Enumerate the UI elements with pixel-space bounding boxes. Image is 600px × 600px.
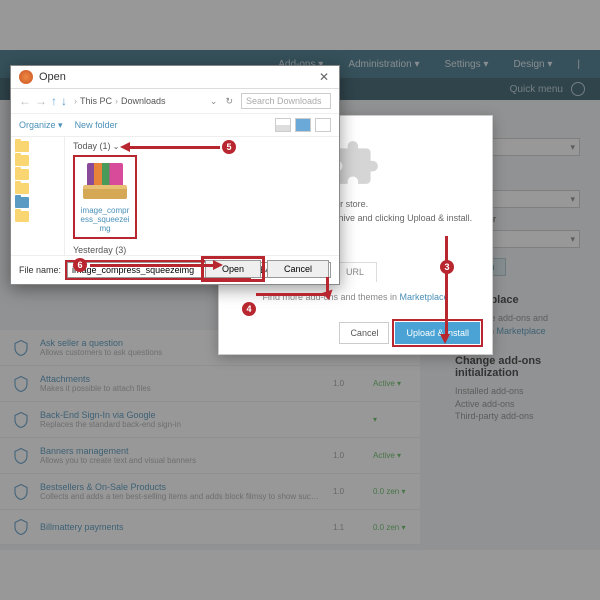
dialog-title: Open <box>39 71 317 83</box>
search-input[interactable]: Search Downloads <box>241 93 331 109</box>
annotation-badge-3: 3 <box>440 260 454 274</box>
file-open-dialog: Open ✕ ← → ↑ ↓ ›This PC›Downloads ⌄ ↻ Se… <box>10 65 340 285</box>
group-yesterday[interactable]: Yesterday (3) <box>73 245 331 255</box>
organize-menu[interactable]: Organize ▾ <box>19 120 63 131</box>
folder-icon[interactable] <box>15 155 29 166</box>
folder-icon[interactable] <box>15 183 29 194</box>
folder-icon[interactable] <box>15 169 29 180</box>
winrar-icon <box>84 163 126 205</box>
filename-label: File name: <box>19 265 61 275</box>
close-icon[interactable]: ✕ <box>317 70 331 84</box>
up-icon[interactable]: ↑ <box>51 94 57 108</box>
folder-icon[interactable] <box>15 197 29 208</box>
folder-icon[interactable] <box>15 211 29 222</box>
fwd-icon[interactable]: → <box>35 94 47 108</box>
back-icon[interactable]: ← <box>19 94 31 108</box>
help-icon[interactable] <box>315 118 331 132</box>
file-label: image_compress_squeezeimg <box>79 207 131 233</box>
view-icon[interactable] <box>275 118 291 132</box>
new-folder-button[interactable]: New folder <box>75 120 118 130</box>
view-icon[interactable] <box>295 118 311 132</box>
annotation-badge-6: 6 <box>73 258 87 272</box>
dialog-sidebar <box>11 137 65 255</box>
dialog-file-area: Today (1) image_compress_squeezeimg Yest… <box>65 137 339 255</box>
breadcrumb[interactable]: ›This PC›Downloads <box>71 96 206 106</box>
upload-install-button[interactable]: Upload & install <box>395 322 480 344</box>
annotation-badge-4: 4 <box>242 302 256 316</box>
down-icon[interactable]: ↓ <box>61 94 67 108</box>
refresh-icon[interactable]: ↻ <box>225 96 233 107</box>
chevron-down-icon[interactable]: ⌄ <box>210 96 218 107</box>
annotation-badge-5: 5 <box>222 140 236 154</box>
folder-icon[interactable] <box>15 141 29 152</box>
dialog-nav: ← → ↑ ↓ ›This PC›Downloads ⌄ ↻ Search Do… <box>11 89 339 114</box>
cancel-button[interactable]: Cancel <box>267 260 329 278</box>
dialog-titlebar: Open ✕ <box>11 66 339 89</box>
file-item-selected[interactable]: image_compress_squeezeimg <box>73 155 137 239</box>
modal-cancel-button[interactable]: Cancel <box>339 322 389 344</box>
dialog-toolbar: Organize ▾ New folder <box>11 114 339 137</box>
chrome-icon <box>19 70 33 84</box>
marketplace-link[interactable]: Marketplace <box>400 292 449 302</box>
